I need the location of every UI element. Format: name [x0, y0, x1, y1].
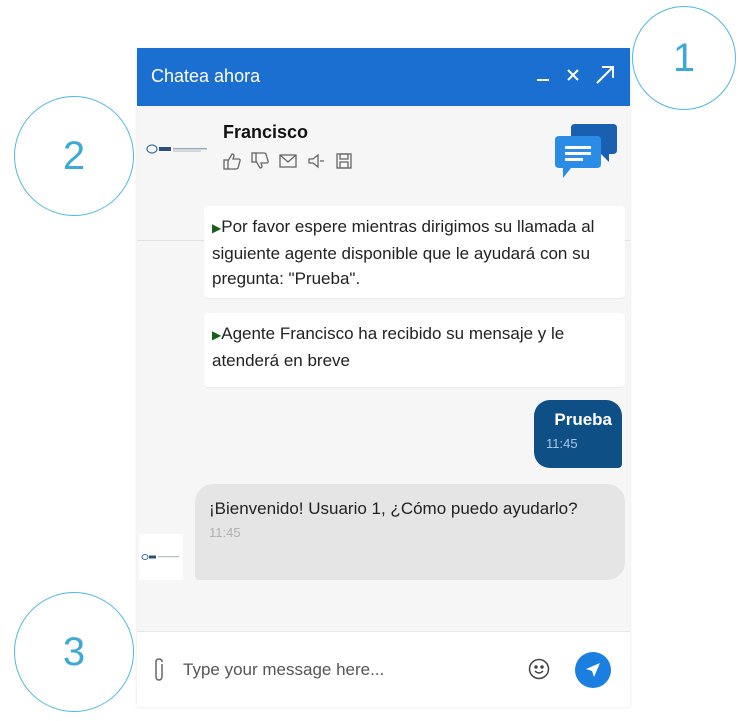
send-icon — [586, 663, 600, 677]
user-message-time: 11:45 — [546, 436, 578, 451]
triangle-marker-icon: ▶ — [212, 328, 222, 342]
chat-widget: Chatea ahora Francisco ▶Por favor espere… — [137, 48, 630, 707]
expand-icon[interactable] — [592, 60, 618, 90]
minimize-icon[interactable] — [530, 60, 556, 90]
triangle-marker-icon: ▶ — [212, 221, 222, 235]
system-message-text: Por favor espere mientras dirigimos su l… — [212, 217, 595, 288]
close-icon[interactable] — [560, 60, 586, 90]
message-list[interactable]: ▶Por favor espere mientras dirigimos su … — [137, 198, 630, 628]
user-message: Prueba 11:45 — [534, 400, 622, 468]
speaker-icon[interactable] — [305, 150, 327, 172]
chat-title: Chatea ahora — [151, 66, 261, 86]
chat-bubbles-icon — [553, 120, 619, 182]
thumbs-up-icon[interactable] — [221, 150, 243, 172]
paperclip-icon[interactable] — [151, 657, 167, 683]
agent-message: ¡Bienvenido! Usuario 1, ¿Cómo puedo ayud… — [195, 484, 625, 580]
message-composer — [137, 631, 630, 707]
chat-header-bar: Chatea ahora — [137, 48, 630, 106]
system-message: ▶Agente Francisco ha recibido su mensaje… — [204, 313, 625, 387]
send-button[interactable] — [575, 652, 611, 688]
system-message-text: Agente Francisco ha recibido su mensaje … — [212, 324, 565, 370]
avatar — [139, 534, 183, 580]
callout-2: 2 — [14, 96, 134, 216]
agent-message-text: ¡Bienvenido! Usuario 1, ¿Cómo puedo ayud… — [209, 499, 578, 518]
user-message-text: Prueba — [554, 410, 612, 429]
save-icon[interactable] — [333, 150, 355, 172]
system-message: ▶Por favor espere mientras dirigimos su … — [204, 206, 625, 298]
agent-actions — [221, 150, 355, 172]
company-logo — [145, 136, 209, 162]
emoji-icon[interactable] — [527, 657, 551, 681]
message-input[interactable] — [181, 654, 515, 686]
callout-3: 3 — [14, 592, 134, 712]
agent-message-time: 11:45 — [209, 525, 241, 540]
agent-name: Francisco — [223, 122, 309, 142]
email-icon[interactable] — [277, 150, 299, 172]
callout-1: 1 — [632, 6, 736, 110]
thumbs-down-icon[interactable] — [249, 150, 271, 172]
